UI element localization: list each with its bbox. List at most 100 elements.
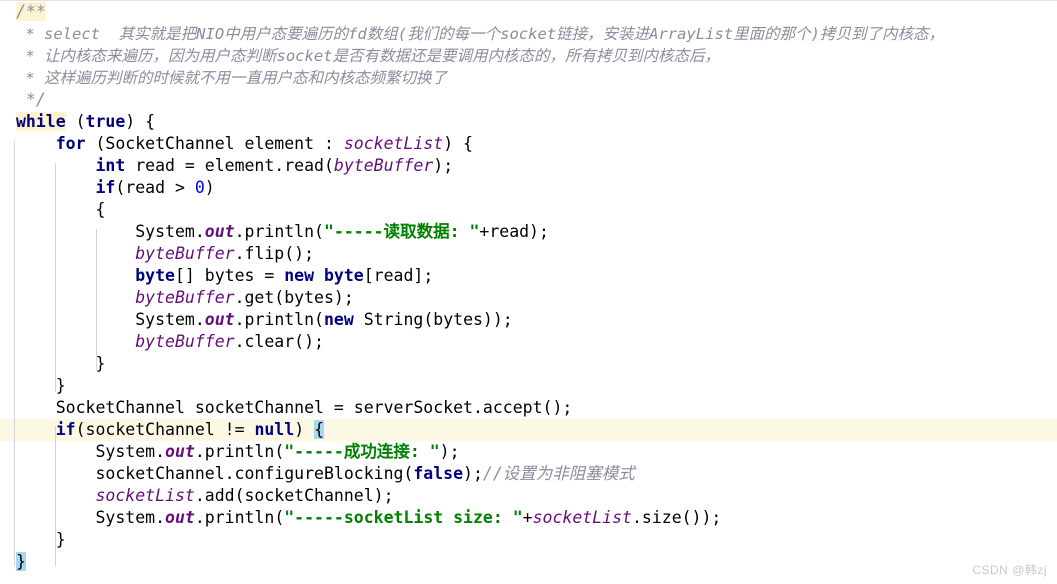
token-punct: ); (463, 464, 483, 483)
token-static-field-out: out (165, 508, 195, 527)
code-line-14[interactable]: byteBuffer.get(bytes); (0, 287, 1057, 309)
code-line-3[interactable]: * 让内核态来遍历，因为用户态判断socket是否有数据还是要调用内核态的，所有… (0, 45, 1057, 67)
token-method-clear: .clear(); (234, 332, 324, 351)
code-line-17[interactable]: } (0, 353, 1057, 375)
code-line-9[interactable]: if(read > 0) (0, 177, 1057, 199)
token-block-comment-close: */ (16, 90, 46, 109)
token-punct: ); (439, 442, 460, 461)
token-method-flip: .flip(); (234, 244, 315, 263)
token-method-get: .get(bytes); (234, 288, 354, 307)
token-declaration: [] bytes = (174, 266, 285, 285)
token-condition: (socketChannel != (75, 420, 255, 439)
token-punct: ) { (125, 112, 156, 131)
code-line-18[interactable]: } (0, 375, 1057, 397)
token-array-index: [read]; (363, 266, 434, 285)
token-string-literal: "-----读取数据: " (323, 222, 480, 241)
token-expression: read = element.read( (125, 156, 334, 175)
token-keyword-int: int (95, 156, 126, 175)
code-line-21[interactable]: System.out.println("-----成功连接: "); (0, 441, 1057, 463)
code-line-16[interactable]: byteBuffer.clear(); (0, 331, 1057, 353)
token-class-system: System. (135, 222, 205, 241)
token-method-println: .println( (234, 222, 324, 241)
token-condition: (read > (115, 178, 195, 197)
token-punct: ) { (443, 134, 473, 153)
code-line-4[interactable]: * 这样遍历判断的时候就不用一直用户态和内核态频繁切换了 (0, 67, 1057, 89)
code-line-20[interactable]: if(socketChannel != null) { (0, 419, 1057, 441)
token-method-configureblocking: socketChannel.configureBlocking( (95, 464, 414, 483)
code-line-8[interactable]: int read = element.read(byteBuffer); (0, 155, 1057, 177)
token-keyword-new: new (323, 310, 354, 329)
token-brace-close-matched: } (16, 552, 26, 571)
csdn-watermark: CSDN @韩zj (972, 563, 1047, 577)
code-line-7[interactable]: for (SocketChannel element : socketList)… (0, 133, 1057, 155)
code-line-25[interactable]: } (0, 529, 1057, 551)
token-static-field-out: out (204, 310, 235, 329)
token-field-bytebuffer: byteBuffer (135, 288, 235, 307)
token-line-comment: //设置为非阻塞模式 (482, 464, 635, 483)
code-line-24[interactable]: System.out.println("-----socketList size… (0, 507, 1057, 529)
token-operator-concat: + (522, 508, 533, 527)
token-brace-open-matched: { (314, 420, 324, 439)
token-field-bytebuffer: byteBuffer (135, 244, 235, 263)
token-comment-text: * 这样遍历判断的时候就不用一直用户态和内核态频繁切换了 (16, 69, 447, 87)
code-editor-canvas[interactable]: /** * select 其实就是把NIO中用户态要遍历的fd数组(我们的每一个… (0, 0, 1057, 584)
code-line-2[interactable]: * select 其实就是把NIO中用户态要遍历的fd数组(我们的每一个sock… (0, 23, 1057, 45)
token-statement: SocketChannel socketChannel = serverSock… (55, 398, 573, 417)
token-keyword-byte: byte (324, 266, 364, 285)
code-line-1[interactable]: /** (0, 1, 1057, 23)
code-line-26[interactable]: } (0, 551, 1057, 573)
code-line-19[interactable]: SocketChannel socketChannel = serverSock… (0, 397, 1057, 419)
token-string-literal: "-----socketList size: " (284, 508, 523, 527)
code-lines[interactable]: /** * select 其实就是把NIO中用户态要遍历的fd数组(我们的每一个… (0, 1, 1057, 573)
token-expression: String(bytes)); (353, 310, 513, 329)
token-keyword-true: true (85, 112, 126, 131)
code-line-22[interactable]: socketChannel.configureBlocking(false);/… (0, 463, 1057, 485)
token-punct: ( (65, 112, 86, 131)
token-expression: +read); (479, 222, 549, 241)
token-punct: ) (204, 178, 215, 197)
token-punct: ) (294, 420, 315, 439)
token-declaration: (SocketChannel element : (85, 134, 344, 153)
code-line-23[interactable]: socketList.add(socketChannel); (0, 485, 1057, 507)
token-block-comment-open: /** (16, 2, 46, 21)
token-brace-close: } (55, 376, 66, 395)
code-line-10[interactable]: { (0, 199, 1057, 221)
code-line-5[interactable]: */ (0, 89, 1057, 111)
token-keyword-if: if (55, 420, 76, 439)
token-method-println: .println( (234, 310, 324, 329)
code-line-15[interactable]: System.out.println(new String(bytes)); (0, 309, 1057, 331)
token-punct: ); (433, 156, 454, 175)
token-keyword-if: if (95, 178, 116, 197)
token-keyword-while: while (16, 112, 66, 131)
token-keyword-false: false (413, 464, 464, 483)
token-class-system: System. (135, 310, 205, 329)
token-field-socketlist: socketList (343, 134, 444, 153)
token-class-system: System. (95, 508, 166, 527)
code-line-12[interactable]: byteBuffer.flip(); (0, 243, 1057, 265)
token-comment-text: * select 其实就是把NIO中用户态要遍历的fd数组(我们的每一个sock… (16, 25, 944, 43)
token-string-literal: "-----成功连接: " (284, 442, 440, 461)
code-line-13[interactable]: byte[] bytes = new byte[read]; (0, 265, 1057, 287)
token-static-field-out: out (204, 222, 235, 241)
token-method-println: .println( (194, 508, 285, 527)
token-method-add: .add(socketChannel); (194, 486, 394, 505)
code-line-11[interactable]: System.out.println("-----读取数据: "+read); (0, 221, 1057, 243)
token-method-size: .size()); (631, 508, 722, 527)
token-brace-close: } (55, 530, 66, 549)
token-comment-text: * 让内核态来遍历，因为用户态判断socket是否有数据还是要调用内核态的，所有… (16, 47, 720, 65)
code-line-6[interactable]: while (true) { (0, 111, 1057, 133)
